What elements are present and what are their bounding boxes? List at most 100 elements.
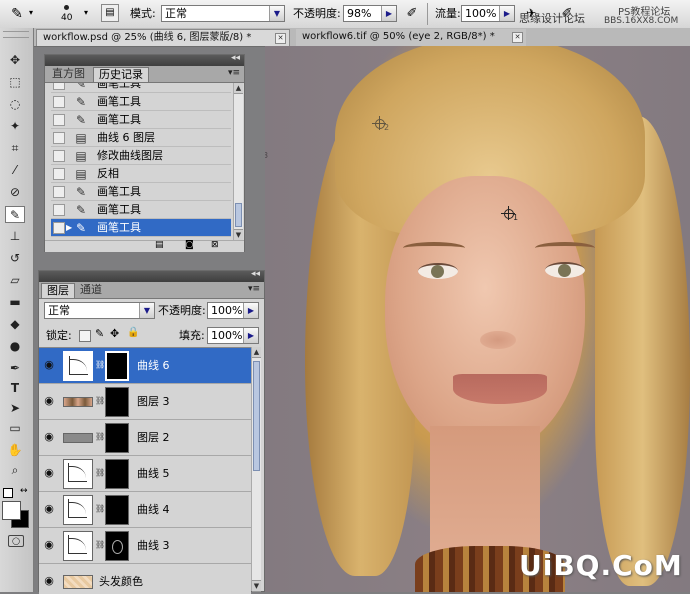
- layer-mask-thumbnail[interactable]: [105, 387, 129, 417]
- scroll-up-icon[interactable]: ▲: [234, 83, 243, 94]
- layer-row[interactable]: ◉ ⛓ 曲线 3: [39, 528, 251, 564]
- link-icon[interactable]: ⛓: [95, 503, 105, 515]
- layers-scrollbar[interactable]: ▲ ▼: [251, 347, 261, 592]
- lasso-tool-icon[interactable]: ◌: [5, 96, 25, 113]
- history-brush-source-checkbox[interactable]: [53, 186, 65, 198]
- tool-preset-brush-icon[interactable]: ✎: [6, 4, 28, 24]
- default-colors-icon[interactable]: [3, 488, 13, 498]
- document-tab-workflow[interactable]: workflow.psd @ 25% (曲线 6, 图层蒙版/8) * ✕: [36, 29, 290, 46]
- layer-row[interactable]: ◉ ⛓ 图层 3: [39, 384, 251, 420]
- history-brush-source-checkbox[interactable]: [53, 114, 65, 126]
- history-brush-source-checkbox[interactable]: [53, 96, 65, 108]
- history-brush-source-checkbox[interactable]: [53, 150, 65, 162]
- history-brush-tool-icon[interactable]: ↺: [5, 250, 25, 267]
- layer-row[interactable]: ◉ ⛓ 曲线 4: [39, 492, 251, 528]
- layer-opacity-field[interactable]: 100% ▶: [207, 302, 259, 319]
- panel-menu-icon[interactable]: ▾≡: [248, 284, 260, 294]
- eye-icon[interactable]: ◉: [42, 466, 56, 480]
- link-icon[interactable]: ⛓: [95, 467, 105, 479]
- layer-mask-thumbnail[interactable]: [105, 531, 129, 561]
- history-item[interactable]: ▤ 曲线 6 图层: [51, 129, 231, 147]
- image-canvas[interactable]: 1 2 3 UiBQ.CoM: [265, 46, 690, 592]
- brush-picker-arrow[interactable]: ▾: [84, 8, 88, 17]
- tab-channels[interactable]: 通道: [75, 283, 107, 298]
- history-brush-source-checkbox[interactable]: [53, 83, 65, 90]
- history-item[interactable]: ✎ 画笔工具: [51, 83, 231, 93]
- tab-histogram[interactable]: 直方图: [47, 67, 90, 82]
- gradient-tool-icon[interactable]: ▬: [5, 294, 25, 311]
- new-document-from-state-icon[interactable]: ▤: [155, 240, 164, 250]
- eye-icon[interactable]: ◉: [42, 502, 56, 516]
- history-item[interactable]: ▤ 修改曲线图层: [51, 147, 231, 165]
- link-icon[interactable]: ⛓: [95, 359, 105, 371]
- opacity-field[interactable]: 98% ▶: [343, 5, 397, 22]
- foreground-color-swatch[interactable]: [2, 501, 21, 520]
- history-brush-source-checkbox[interactable]: [53, 168, 65, 180]
- healing-brush-tool-icon[interactable]: ⊘: [5, 184, 25, 201]
- history-item[interactable]: ▤ 反相: [51, 165, 231, 183]
- close-icon[interactable]: ✕: [275, 33, 286, 44]
- scroll-thumb[interactable]: [253, 361, 260, 471]
- color-sampler-2[interactable]: 2: [372, 116, 389, 132]
- swap-colors-icon[interactable]: ↔: [20, 486, 28, 496]
- eye-icon[interactable]: ◉: [42, 574, 56, 588]
- history-brush-source-checkbox[interactable]: [53, 222, 65, 234]
- layer-row[interactable]: ◉ ⛓ 曲线 5: [39, 456, 251, 492]
- flow-field[interactable]: 100% ▶: [461, 5, 515, 22]
- color-sampler-1[interactable]: 1: [501, 206, 518, 222]
- layer-row-selected[interactable]: ◉ ⛓ 曲线 6: [39, 348, 251, 384]
- eyedropper-tool-icon[interactable]: ⁄: [5, 162, 25, 179]
- history-brush-source-checkbox[interactable]: [53, 204, 65, 216]
- hand-tool-icon[interactable]: ✋: [5, 442, 25, 459]
- clone-stamp-tool-icon[interactable]: ⊥: [5, 228, 25, 245]
- eye-icon[interactable]: ◉: [42, 538, 56, 552]
- layer-row[interactable]: ◉ ⛓ 图层 2: [39, 420, 251, 456]
- scroll-thumb[interactable]: [235, 203, 242, 227]
- link-icon[interactable]: ⛓: [95, 539, 105, 551]
- collapse-icon[interactable]: ◂◂: [251, 269, 260, 279]
- panel-title-bar[interactable]: ◂◂: [39, 269, 264, 282]
- history-item-selected[interactable]: ▶ ✎ 画笔工具: [51, 219, 231, 237]
- history-brush-source-checkbox[interactable]: [53, 132, 65, 144]
- layer-mask-thumbnail[interactable]: [105, 351, 129, 381]
- brush-preset-picker[interactable]: 40: [52, 2, 82, 26]
- lock-all-icon[interactable]: 🔒: [127, 327, 139, 338]
- brush-tool-icon[interactable]: ✎: [5, 206, 25, 223]
- layer-mask-thumbnail[interactable]: [105, 459, 129, 489]
- history-item[interactable]: ✎ 画笔工具: [51, 111, 231, 129]
- history-item[interactable]: ✎ 画笔工具: [51, 183, 231, 201]
- tab-history[interactable]: 历史记录: [93, 67, 149, 82]
- eye-icon[interactable]: ◉: [42, 358, 56, 372]
- layer-mask-thumbnail[interactable]: [105, 423, 129, 453]
- panel-menu-icon[interactable]: ▾≡: [228, 68, 240, 78]
- zoom-tool-icon[interactable]: ⌕: [5, 462, 25, 479]
- link-icon[interactable]: ⛓: [95, 431, 105, 443]
- history-scrollbar[interactable]: ▲ ▼: [233, 83, 243, 241]
- tablet-pressure-opacity-icon[interactable]: ✐: [403, 4, 421, 23]
- eye-icon[interactable]: ◉: [42, 430, 56, 444]
- blur-tool-icon[interactable]: ◆: [5, 316, 25, 333]
- crop-tool-icon[interactable]: ⌗: [5, 140, 25, 157]
- blend-mode-select[interactable]: 正常 ▼: [44, 302, 155, 319]
- tool-preset-dropdown[interactable]: ▾: [29, 8, 33, 17]
- document-tab-workflow6[interactable]: workflow6.tif @ 50% (eye 2, RGB/8*) * ✕: [296, 29, 526, 46]
- lock-transparency-icon[interactable]: [79, 330, 91, 342]
- brush-panel-toggle-icon[interactable]: ▤: [101, 4, 119, 22]
- close-icon[interactable]: ✕: [512, 32, 523, 43]
- type-tool-icon[interactable]: T: [5, 380, 25, 397]
- lock-position-icon[interactable]: ✥: [110, 327, 119, 340]
- collapse-icon[interactable]: ◂◂: [231, 53, 240, 63]
- shape-tool-icon[interactable]: ▭: [5, 420, 25, 437]
- eye-icon[interactable]: ◉: [42, 394, 56, 408]
- dodge-tool-icon[interactable]: ●: [5, 338, 25, 355]
- mode-select[interactable]: 正常 ▼: [161, 5, 285, 22]
- layer-mask-thumbnail[interactable]: [105, 495, 129, 525]
- quick-selection-tool-icon[interactable]: ✦: [5, 118, 25, 135]
- marquee-tool-icon[interactable]: ⬚: [5, 74, 25, 91]
- history-item[interactable]: ✎ 画笔工具: [51, 93, 231, 111]
- fill-field[interactable]: 100% ▶: [207, 327, 259, 344]
- new-snapshot-icon[interactable]: ◙: [185, 240, 194, 250]
- eraser-tool-icon[interactable]: ▱: [5, 272, 25, 289]
- tab-layers[interactable]: 图层: [41, 283, 75, 298]
- quick-mask-icon[interactable]: ◯: [8, 535, 24, 547]
